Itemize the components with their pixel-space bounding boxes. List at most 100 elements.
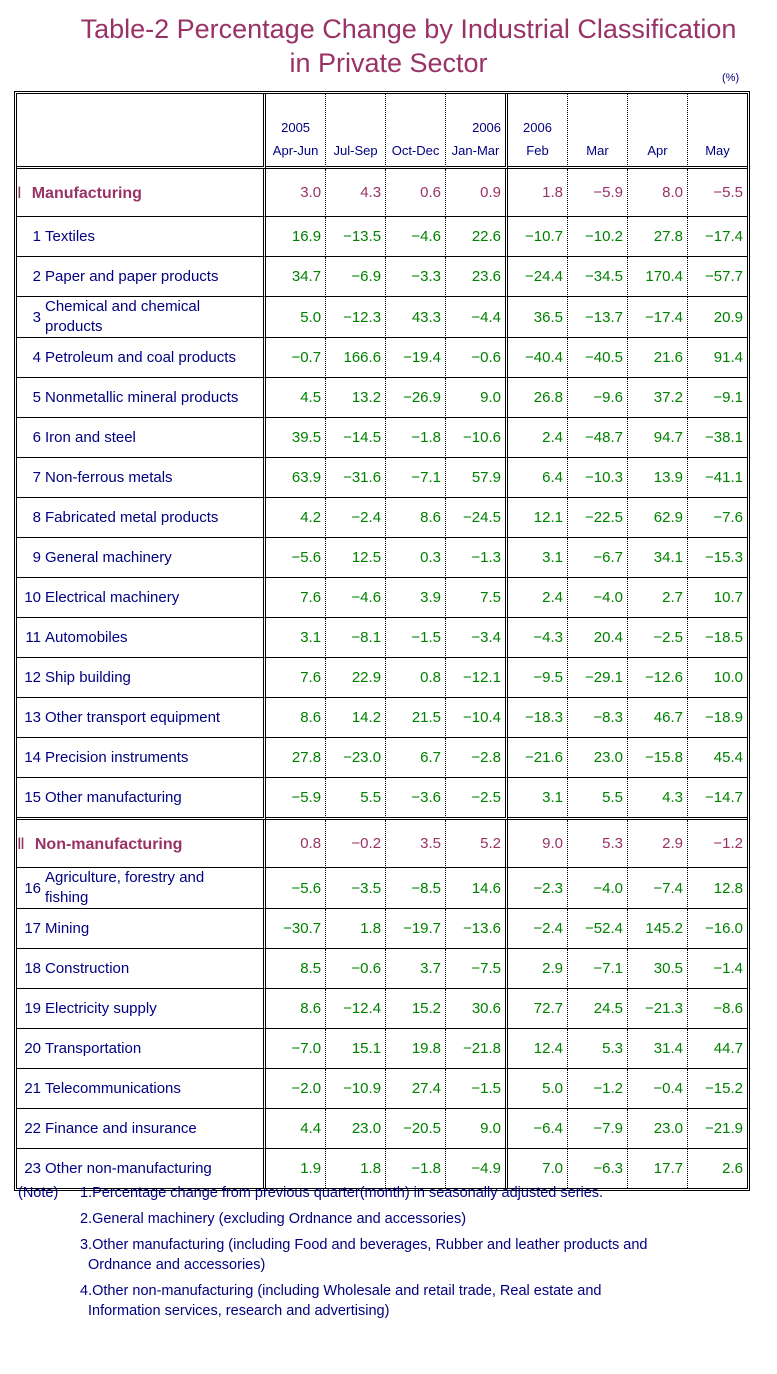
row-number: 13 [24,709,41,726]
value-cell: 39.5 [266,418,327,458]
row-title: Construction [45,960,130,977]
value-cell: 2.9 [508,949,568,989]
row-title: Mining [45,920,90,937]
value-cell: 20.4 [568,618,628,658]
value-cell: 34.1 [627,538,688,578]
value-cell: −10.6 [446,418,509,458]
value-cell: 27.8 [627,217,688,257]
value-cell: 10.7 [687,578,747,618]
value-cell: 30.5 [627,949,688,989]
value-cell: −21.6 [508,738,568,778]
row-label: 21 Telecommunications [17,1069,267,1109]
row-number: 20 [24,1040,41,1057]
value-cell: 23.6 [446,257,509,297]
value-cell: −8.5 [386,868,447,909]
value-cell: 5.0 [508,1069,568,1109]
value-cell: 12.8 [687,868,747,909]
row-label: 18 Construction [17,949,267,989]
value-cell: −40.4 [508,338,568,378]
section-label: Ⅰ Manufacturing [17,169,267,217]
value-cell: 166.6 [326,338,387,378]
value-cell: −4.0 [568,578,628,618]
value-cell: −6.9 [326,257,387,297]
value-cell: 2.4 [508,578,568,618]
value-cell: −6.4 [508,1109,568,1149]
value-cell: −4.0 [568,868,628,909]
table-row: 12 Ship building 7.6 22.9 0.8 −12.1 −9.5 −29.1−… [17,658,747,698]
value-cell: −38.1 [687,418,747,458]
value-cell: 5.3 [568,1029,628,1069]
row-title: General machinery [45,549,172,566]
value-cell: −10.9 [326,1069,387,1109]
section-title: Manufacturing [31,184,142,202]
value-cell: −18.9 [687,698,747,738]
value-cell: 0.9 [446,169,509,217]
table-row: 9 General machinery −5.6 12.5 0.3 −1.3 3.1 −6.7… [17,538,747,578]
value-cell: −9.1 [687,378,747,418]
value-cell: −0.2 [326,820,387,868]
value-cell: −4.6 [386,217,447,257]
table-row: 6 Iron and steel 39.5 −14.5 −1.8 −10.6 2.4 −48.… [17,418,747,458]
row-label: 4 Petroleum and coal products [17,338,267,378]
value-cell: −17.4 [627,297,688,338]
value-cell: −24.4 [508,257,568,297]
row-title: Textiles [45,228,96,245]
value-cell: 37.2 [627,378,688,418]
value-cell: 5.0 [266,297,327,338]
value-cell: −2.3 [508,868,568,909]
value-cell: 45.4 [687,738,747,778]
value-cell: −6.7 [568,538,628,578]
row-number: 1 [32,228,41,245]
value-cell: −12.1 [446,658,509,698]
value-cell: −7.0 [266,1029,327,1069]
value-cell: −1.4 [687,949,747,989]
note-line-continued: Ordnance and accessories) [88,1257,266,1273]
value-cell: 22.9 [326,658,387,698]
value-cell: −21.8 [446,1029,509,1069]
row-number: 12 [24,669,41,686]
value-cell: 3.5 [386,820,447,868]
value-cell: 4.5 [266,378,327,418]
value-cell: 20.9 [687,297,747,338]
row-number: 17 [24,920,41,937]
value-cell: −21.3 [627,989,688,1029]
value-cell: 2.4 [508,418,568,458]
value-cell: 2.7 [627,578,688,618]
value-cell: −24.5 [446,498,509,538]
row-number: 19 [24,1000,41,1017]
row-title: Precision instruments [45,749,189,766]
value-cell: −21.9 [687,1109,747,1149]
value-cell: −17.4 [687,217,747,257]
value-cell: 5.2 [446,820,509,868]
unit-label: (%) [722,72,740,84]
value-cell: 23.0 [568,738,628,778]
row-title: Non-ferrous metals [45,469,173,486]
value-cell: −10.4 [446,698,509,738]
value-cell: 6.4 [508,458,568,498]
row-title: Finance and insurance [45,1120,197,1137]
value-cell: 14.6 [446,868,509,909]
row-title: Ship building [45,669,131,686]
value-cell: −3.6 [386,778,447,820]
value-cell: −12.6 [627,658,688,698]
value-cell: 15.1 [326,1029,387,1069]
section-number: Ⅱ [17,835,25,853]
value-cell: 27.8 [266,738,327,778]
value-cell: −8.3 [568,698,628,738]
header-blank-cell [17,94,267,169]
value-cell: 1.8 [508,169,568,217]
value-cell: −4.3 [508,618,568,658]
value-cell: −2.0 [266,1069,327,1109]
value-cell: −30.7 [266,909,327,949]
value-cell: −4.4 [446,297,509,338]
value-cell: −57.7 [687,257,747,297]
value-cell: 62.9 [627,498,688,538]
row-label: 2 Paper and paper products [17,257,267,297]
note-item: 3.Other manufacturing (including Food an… [18,1235,758,1281]
value-cell: 44.7 [687,1029,747,1069]
note-line: 2.General machinery (excluding Ordnance … [80,1211,467,1227]
value-cell: −1.8 [386,418,447,458]
row-label: 16Agriculture, forestry and fishing [17,868,267,909]
column-header: Oct-Dec [386,94,447,169]
value-cell: −31.6 [326,458,387,498]
